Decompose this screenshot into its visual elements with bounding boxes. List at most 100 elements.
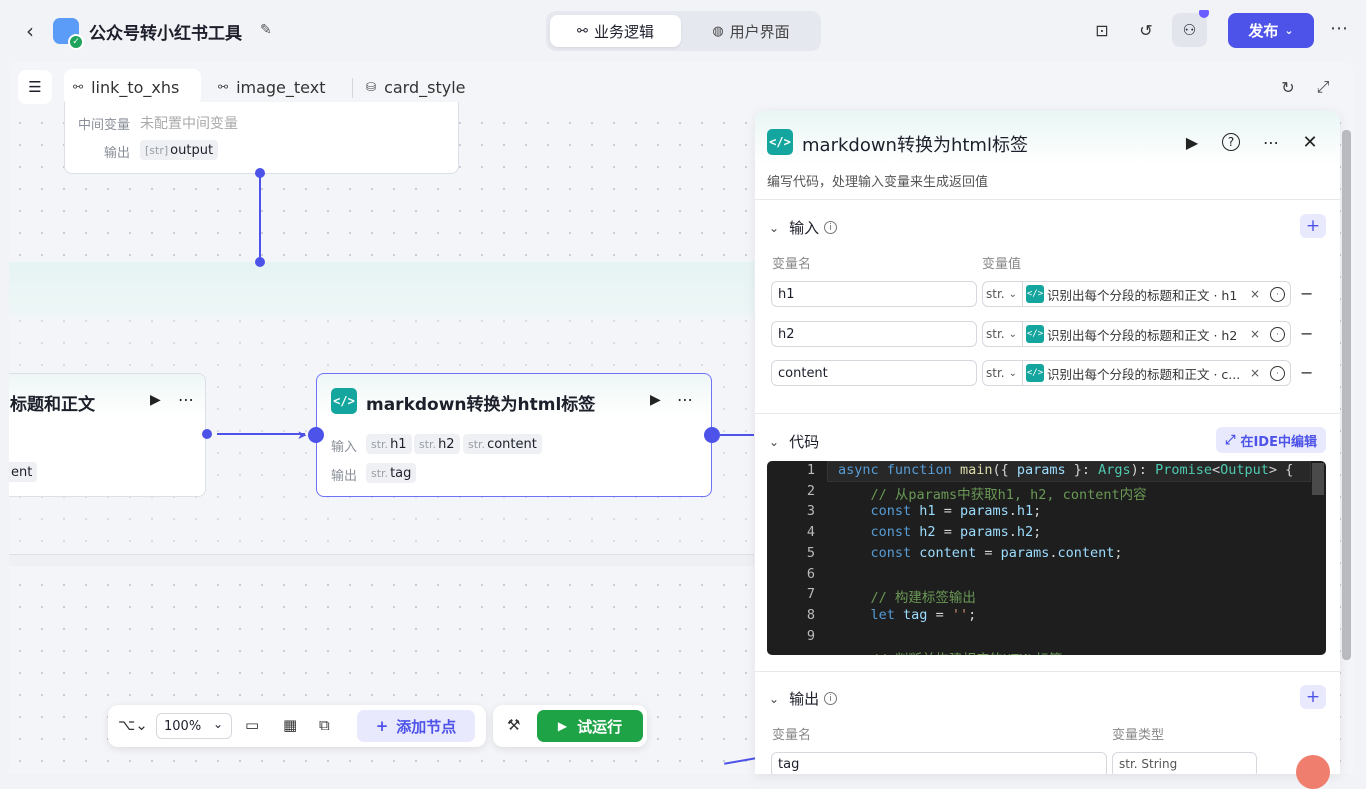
comment-icon[interactable]: ▭ (245, 716, 259, 734)
code-line[interactable]: // 构建标签输出 (838, 586, 976, 606)
section-title: 代码 (789, 433, 820, 451)
target-icon[interactable]: · (1270, 365, 1285, 381)
remove-input-icon[interactable]: − (1300, 324, 1313, 343)
tab-card-style[interactable]: ⛁ card_style (357, 69, 507, 105)
add-input-button[interactable]: + (1300, 214, 1326, 238)
edit-in-ide-button[interactable]: ⤢ 在IDE中编辑 (1216, 427, 1326, 453)
output-type: [str] (145, 143, 169, 157)
code-line[interactable]: const h2 = params.h2; (838, 524, 1042, 540)
target-icon[interactable]: · (1270, 326, 1285, 342)
layout-icon[interactable]: ▦ (283, 716, 297, 734)
chevron-down-icon: ⌄ (769, 691, 780, 706)
debug-tool-icon[interactable]: ⚒ (507, 716, 520, 734)
top-bar: ‹ ✓ 公众号转小红书工具 ✎ ⚯ 业务逻辑 ◍ 用户界面 ⊡ ↺ ⚇ 发布 ⌄… (0, 0, 1366, 62)
mouse-mode-icon[interactable]: ⌥⌄ (118, 716, 148, 734)
output-type-select[interactable]: str. String (1112, 752, 1257, 774)
var-name-input[interactable]: content (771, 360, 977, 386)
workflow-icon: ⚯ (218, 80, 229, 94)
input-port[interactable] (308, 427, 324, 443)
code-line[interactable]: const h1 = params.h1; (838, 503, 1042, 519)
tab-link-to-xhs[interactable]: ⚯ link_to_xhs (64, 69, 201, 105)
var-name-input[interactable]: h2 (771, 321, 977, 347)
var-value-field[interactable]: str. ⌄ </> 识别出每个分段的标题和正文 · c... × · (982, 360, 1291, 386)
save-icon[interactable]: ⊡ (1091, 19, 1113, 41)
tab-user-interface[interactable]: ◍ 用户界面 (685, 15, 817, 47)
input-port[interactable] (255, 257, 265, 267)
output-port[interactable] (704, 427, 720, 443)
divider (755, 671, 1340, 672)
back-icon[interactable]: ‹ (18, 18, 42, 44)
tab-label: 业务逻辑 (593, 22, 654, 41)
zoom-select[interactable]: 100% ⌄ (156, 713, 232, 739)
clear-icon[interactable]: × (1250, 287, 1260, 301)
output-section-header[interactable]: ⌄ 输出 i (769, 688, 838, 709)
code-line[interactable]: async function main({ params }: Args): P… (838, 462, 1293, 478)
minimap-icon[interactable]: ⧉ (319, 716, 330, 734)
code-editor[interactable]: 1 async function main({ params }: Args): … (767, 461, 1326, 655)
clear-icon[interactable]: × (1250, 327, 1260, 341)
node-title: markdown转换为html标签 (366, 395, 596, 415)
output-name-input[interactable]: tag (771, 752, 1107, 774)
play-icon[interactable]: ▶ (1182, 132, 1202, 152)
clear-icon[interactable]: × (1250, 366, 1260, 380)
upstream-node[interactable]: 中间变量 未配置中间变量 输出 [str] output (64, 102, 459, 174)
var-value-field[interactable]: str. ⌄ </> 识别出每个分段的标题和正文 · h1 × · (982, 281, 1291, 307)
col-header-name: 变量名 (772, 728, 812, 743)
play-icon[interactable]: ▶ (150, 392, 161, 408)
panel-scrollbar[interactable] (1342, 130, 1351, 660)
name: h1 (390, 436, 407, 452)
more-icon[interactable]: ⋯ (178, 390, 195, 409)
segment-node[interactable]: 标题和正文 ▶ ⋯ ent (9, 373, 206, 497)
more-icon[interactable]: ⋯ (1261, 132, 1281, 152)
code-line[interactable]: // 从params中获取h1, h2, content内容 (838, 483, 1147, 503)
line-number: 8 (806, 606, 815, 623)
expand-icon[interactable]: ⤢ (1313, 77, 1333, 97)
edit-icon[interactable]: ✎ (260, 22, 276, 38)
tab-business-logic[interactable]: ⚯ 业务逻辑 (550, 15, 681, 47)
var-name-input[interactable]: h1 (771, 281, 977, 307)
collaborators-button[interactable]: ⚇ (1172, 10, 1209, 47)
history-icon[interactable]: ↺ (1135, 19, 1157, 41)
close-icon[interactable]: ✕ (1300, 132, 1320, 153)
publish-button[interactable]: 发布 ⌄ (1228, 13, 1314, 48)
sidebar-toggle-icon[interactable]: ☰ (18, 70, 52, 104)
section-title: 输入 (789, 219, 820, 237)
markdown-node[interactable]: </> markdown转换为html标签 ▶ ⋯ 输入 str. h1 str.… (316, 373, 712, 497)
play-icon[interactable]: ▶ (650, 392, 661, 408)
var-value-field[interactable]: str. ⌄ </> 识别出每个分段的标题和正文 · h2 × · (982, 321, 1291, 347)
target-icon[interactable]: · (1270, 286, 1285, 302)
output-port[interactable] (202, 429, 212, 439)
code-line[interactable]: // 判断并构建相应的HTML标签 (838, 648, 1063, 655)
section-title: 输出 (789, 690, 820, 708)
line-number: 3 (806, 503, 815, 520)
zoom-value: 100% (164, 718, 202, 734)
add-output-button[interactable]: + (1300, 685, 1326, 709)
node-config-panel: </> markdown转换为html标签 ▶ ? ⋯ ✕ 编写代码，处理输入变… (755, 111, 1340, 774)
remove-input-icon[interactable]: − (1300, 284, 1313, 303)
more-icon[interactable]: ⋯ (1330, 18, 1348, 39)
code-line[interactable]: const content = params.content; (838, 545, 1123, 561)
chevron-down-icon: ⌄ (769, 220, 780, 235)
tab-image-text[interactable]: ⚯ image_text (209, 69, 344, 105)
code-section-header[interactable]: ⌄ 代码 (769, 431, 819, 452)
edge-line (217, 433, 305, 435)
mid-var-label: 中间变量 (78, 118, 131, 133)
remove-input-icon[interactable]: − (1300, 363, 1313, 382)
refresh-icon[interactable]: ↻ (1278, 77, 1298, 97)
help-icon[interactable]: ? (1222, 133, 1240, 151)
input-section-header[interactable]: ⌄ 输入 i (769, 217, 838, 238)
loop-band-bottom (9, 554, 754, 566)
test-run-button[interactable]: ▶ 试运行 (537, 710, 643, 742)
output-pill: ent (9, 462, 38, 482)
node-title: 标题和正文 (10, 395, 95, 415)
type-select[interactable]: str. ⌄ (983, 282, 1023, 306)
more-icon[interactable]: ⋯ (677, 390, 694, 409)
ref-label: 识别出每个分段的标题和正文 · c... (1047, 366, 1241, 382)
assistant-avatar[interactable] (1296, 755, 1330, 789)
type-select[interactable]: str. ⌄ (983, 361, 1023, 385)
add-node-button[interactable]: + 添加节点 (357, 710, 475, 742)
type-select[interactable]: str. ⌄ (983, 322, 1023, 346)
code-scrollbar[interactable] (1312, 463, 1324, 495)
code-line[interactable]: let tag = ''; (838, 607, 977, 623)
premium-badge-icon (1199, 10, 1209, 18)
